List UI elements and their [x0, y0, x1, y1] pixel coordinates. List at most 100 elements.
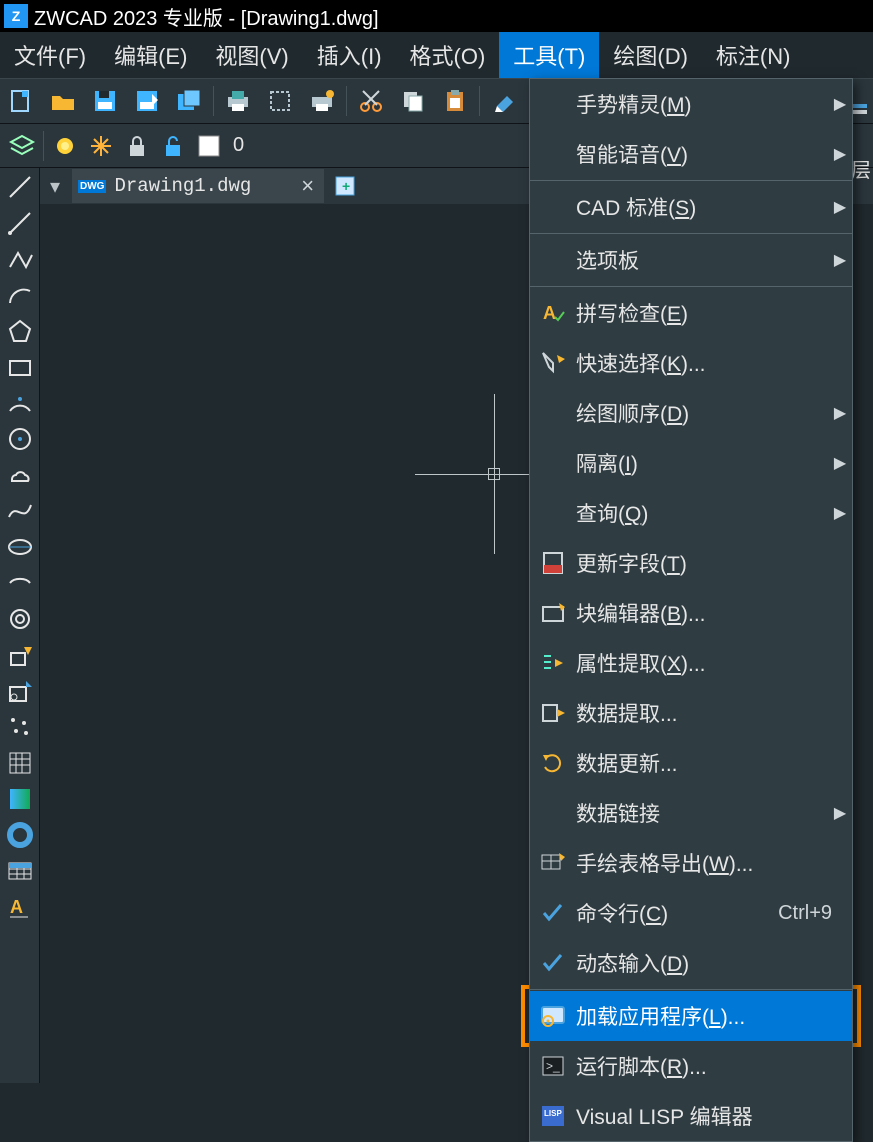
layer-unlock-icon[interactable]	[155, 128, 191, 164]
menu-item-0[interactable]: 手势精灵(M)▶	[530, 79, 852, 129]
table-tool[interactable]	[3, 854, 37, 888]
menu-6[interactable]: 绘图(D)	[599, 32, 702, 78]
save-all-button[interactable]	[169, 81, 209, 121]
menu-item-13[interactable]: 块编辑器(B)...	[530, 588, 852, 638]
ellipse-tool[interactable]	[3, 530, 37, 564]
menu-item-label: 运行脚本(R)...	[576, 1051, 852, 1081]
save-as-button[interactable]	[127, 81, 167, 121]
menu-item-20[interactable]: 动态输入(D)	[530, 938, 852, 988]
menu-item-23[interactable]: >_运行脚本(R)...	[530, 1041, 852, 1091]
print-preview-button[interactable]	[260, 81, 300, 121]
menu-item-label: 更新字段(T)	[576, 548, 852, 578]
menu-item-5[interactable]: 选项板▶	[530, 235, 852, 285]
new-tab-button[interactable]: +	[328, 169, 364, 203]
block-make-tool[interactable]	[3, 674, 37, 708]
menu-item-label: 智能语音(V)	[576, 139, 828, 169]
cut-button[interactable]	[351, 81, 391, 121]
text-tool[interactable]: A	[3, 890, 37, 924]
menu-item-label: 动态输入(D)	[576, 948, 852, 978]
tblexp-icon	[530, 849, 576, 877]
menu-item-label: 数据更新...	[576, 748, 852, 778]
menu-shortcut: Ctrl+9	[778, 902, 832, 925]
point-tool[interactable]	[3, 710, 37, 744]
eraser-button[interactable]	[484, 81, 524, 121]
menu-item-11[interactable]: 查询(Q)▶	[530, 488, 852, 538]
layer-lock-icon[interactable]	[119, 128, 155, 164]
menu-item-12[interactable]: 更新字段(T)	[530, 538, 852, 588]
new-file-button[interactable]	[1, 81, 41, 121]
revcloud-tool[interactable]	[3, 458, 37, 492]
circle-tool[interactable]	[3, 422, 37, 456]
menu-item-1[interactable]: 智能语音(V)▶	[530, 129, 852, 179]
menu-item-label: 隔离(I)	[576, 448, 828, 478]
menu-item-label: 快速选择(K)...	[576, 348, 852, 378]
copy-button[interactable]	[393, 81, 433, 121]
rectangle-tool[interactable]	[3, 350, 37, 384]
menubar: 文件(F)编辑(E)视图(V)插入(I)格式(O)工具(T)绘图(D)标注(N)	[0, 32, 873, 78]
document-tab[interactable]: DWG Drawing1.dwg ×	[72, 169, 324, 203]
menu-1[interactable]: 编辑(E)	[100, 32, 201, 78]
spline-tool[interactable]	[3, 494, 37, 528]
line-tool[interactable]	[3, 170, 37, 204]
menu-item-10[interactable]: 隔离(I)▶	[530, 438, 852, 488]
menu-item-24[interactable]: LISPVisual LISP 编辑器	[530, 1091, 852, 1141]
menu-item-7[interactable]: A拼写检查(E)	[530, 288, 852, 338]
donut-tool[interactable]	[3, 602, 37, 636]
crosshair-pickbox	[488, 468, 500, 480]
menu-item-label: 数据链接	[576, 798, 828, 828]
menu-item-18[interactable]: 手绘表格导出(W)...	[530, 838, 852, 888]
paste-button[interactable]	[435, 81, 475, 121]
layer-freeze-icon[interactable]	[83, 128, 119, 164]
menu-separator	[530, 286, 852, 287]
open-file-button[interactable]	[43, 81, 83, 121]
menu-3[interactable]: 插入(I)	[303, 32, 396, 78]
menu-0[interactable]: 文件(F)	[0, 32, 100, 78]
region-tool[interactable]	[3, 818, 37, 852]
menu-item-label: 选项板	[576, 245, 828, 275]
layer-manager-button[interactable]	[4, 128, 40, 164]
menu-item-17[interactable]: 数据链接▶	[530, 788, 852, 838]
qselect-icon	[530, 349, 576, 377]
menu-item-9[interactable]: 绘图顺序(D)▶	[530, 388, 852, 438]
polygon-tool[interactable]	[3, 314, 37, 348]
ellipse-arc-tool[interactable]	[3, 566, 37, 600]
hatch-tool[interactable]	[3, 746, 37, 780]
menu-4[interactable]: 格式(O)	[396, 32, 500, 78]
menu-item-16[interactable]: 数据更新...	[530, 738, 852, 788]
tab-scroll-left[interactable]: ▾	[40, 174, 70, 199]
menu-7[interactable]: 标注(N)	[702, 32, 805, 78]
script-icon: >_	[530, 1052, 576, 1080]
dwg-badge-icon: DWG	[78, 180, 106, 193]
menu-item-label: CAD 标准(S)	[576, 192, 828, 222]
ray-tool[interactable]	[3, 206, 37, 240]
polyline-tool[interactable]	[3, 242, 37, 276]
dext-icon	[530, 699, 576, 727]
save-button[interactable]	[85, 81, 125, 121]
arc3p-tool[interactable]	[3, 386, 37, 420]
gradient-tool[interactable]	[3, 782, 37, 816]
close-tab-icon[interactable]: ×	[301, 173, 314, 199]
arc-tool[interactable]	[3, 278, 37, 312]
menu-item-label: 拼写检查(E)	[576, 298, 852, 328]
print-button[interactable]	[218, 81, 258, 121]
submenu-arrow-icon: ▶	[828, 503, 852, 523]
menu-item-19[interactable]: 命令行(C)Ctrl+9	[530, 888, 852, 938]
menu-5[interactable]: 工具(T)	[499, 32, 599, 78]
attr-icon	[530, 649, 576, 677]
menu-item-14[interactable]: 属性提取(X)...	[530, 638, 852, 688]
submenu-arrow-icon: ▶	[828, 197, 852, 217]
menu-item-label: 命令行(C)	[576, 898, 778, 928]
menu-item-label: 数据提取...	[576, 698, 852, 728]
svg-text:LISP: LISP	[544, 1109, 562, 1118]
menu-item-3[interactable]: CAD 标准(S)▶	[530, 182, 852, 232]
layer-on-icon[interactable]	[47, 128, 83, 164]
block-insert-tool[interactable]	[3, 638, 37, 672]
menu-item-22[interactable]: 加载应用程序(L)...	[530, 991, 852, 1041]
submenu-arrow-icon: ▶	[828, 144, 852, 164]
menu-item-15[interactable]: 数据提取...	[530, 688, 852, 738]
publish-button[interactable]	[302, 81, 342, 121]
menu-item-8[interactable]: 快速选择(K)...	[530, 338, 852, 388]
layer-color-swatch[interactable]	[191, 128, 227, 164]
layer-number-label: 0	[233, 134, 244, 157]
menu-2[interactable]: 视图(V)	[201, 32, 302, 78]
